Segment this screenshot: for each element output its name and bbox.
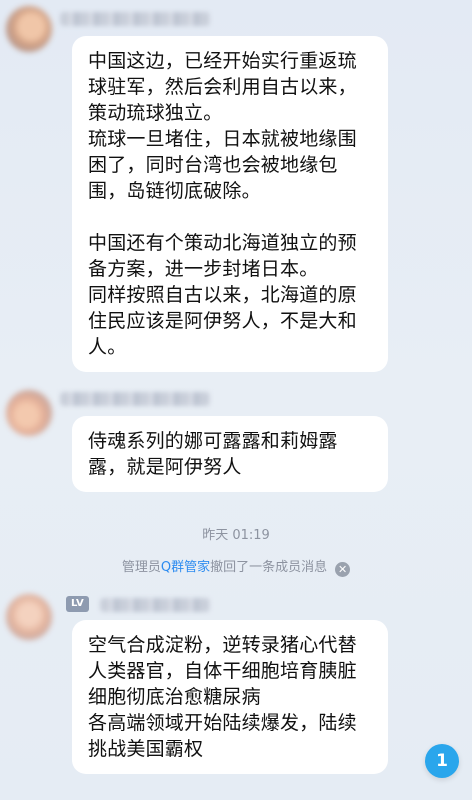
avatar[interactable] (6, 390, 52, 436)
recall-suffix: 撤回了一条成员消息 (210, 560, 328, 575)
message-bubble[interactable]: 空气合成淀粉，逆转录猪心代替人类器官，自体干细胞培育胰脏细胞彻底治愈糖尿病 各高… (72, 620, 388, 774)
avatar[interactable] (6, 6, 52, 52)
timestamp: 昨天 01:19 (202, 528, 270, 543)
recall-notice: 管理员Q群管家撤回了一条成员消息 ✕ (0, 556, 472, 577)
unread-count-badge[interactable]: 1 (425, 744, 459, 778)
sender-name-blurred (60, 12, 210, 26)
message-bubble[interactable]: 中国这边，已经开始实行重返琉球驻军，然后会利用自古以来，策动琉球独立。 琉球一旦… (72, 36, 388, 372)
sender-name-blurred (100, 598, 210, 612)
close-icon[interactable]: ✕ (335, 562, 351, 577)
level-badge: LV (66, 596, 89, 612)
sender-name-blurred (60, 392, 210, 406)
chat-window: 中国这边，已经开始实行重返琉球驻军，然后会利用自古以来，策动琉球独立。 琉球一旦… (0, 0, 472, 800)
recall-prefix: 管理员 (121, 560, 161, 575)
avatar[interactable] (6, 594, 52, 640)
q-group-manager-link[interactable]: Q群管家 (161, 560, 210, 575)
message-bubble[interactable]: 侍魂系列的娜可露露和莉姆露露，就是阿伊努人 (72, 416, 388, 492)
